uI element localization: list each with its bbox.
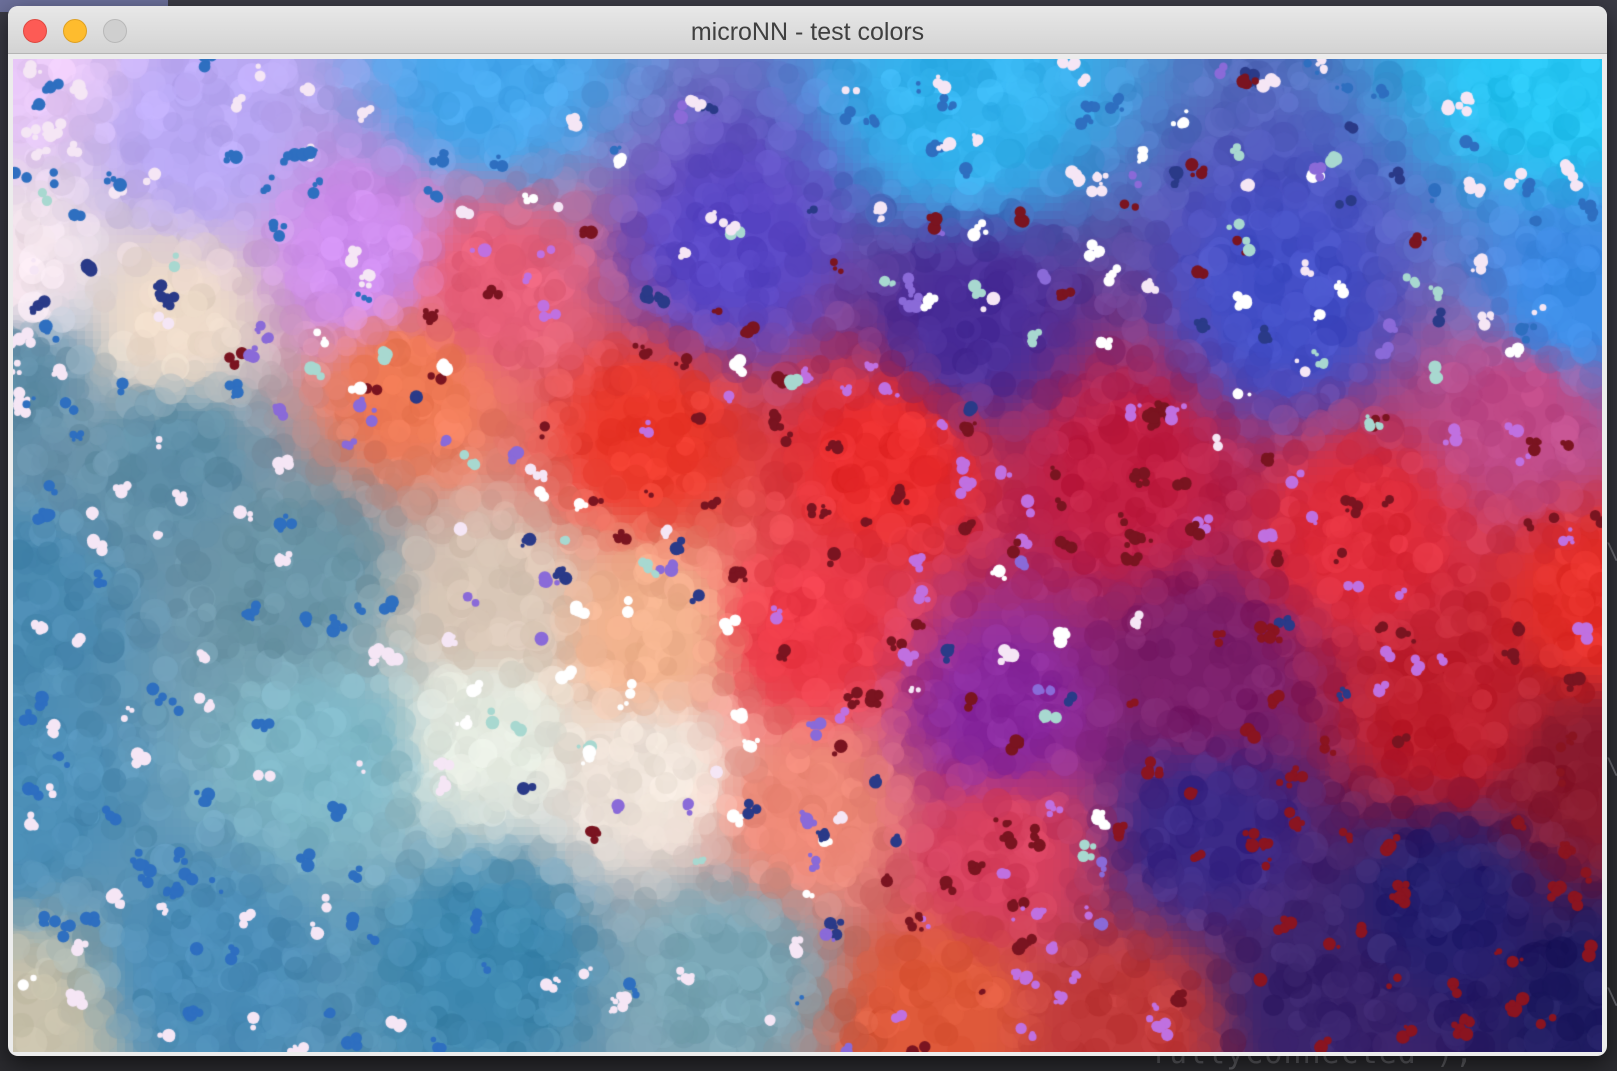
app-window: microNN - test colors [8,6,1607,1056]
color-map-canvas[interactable] [13,59,1602,1052]
background-edge-mark: \ [1606,540,1617,565]
window-title: microNN - test colors [690,18,925,46]
background-edge-mark: \ [1606,985,1617,1010]
window-titlebar[interactable]: microNN - test colors [8,6,1607,54]
canvas-frame [13,59,1602,1052]
background-edge-mark: \ [1606,755,1617,780]
